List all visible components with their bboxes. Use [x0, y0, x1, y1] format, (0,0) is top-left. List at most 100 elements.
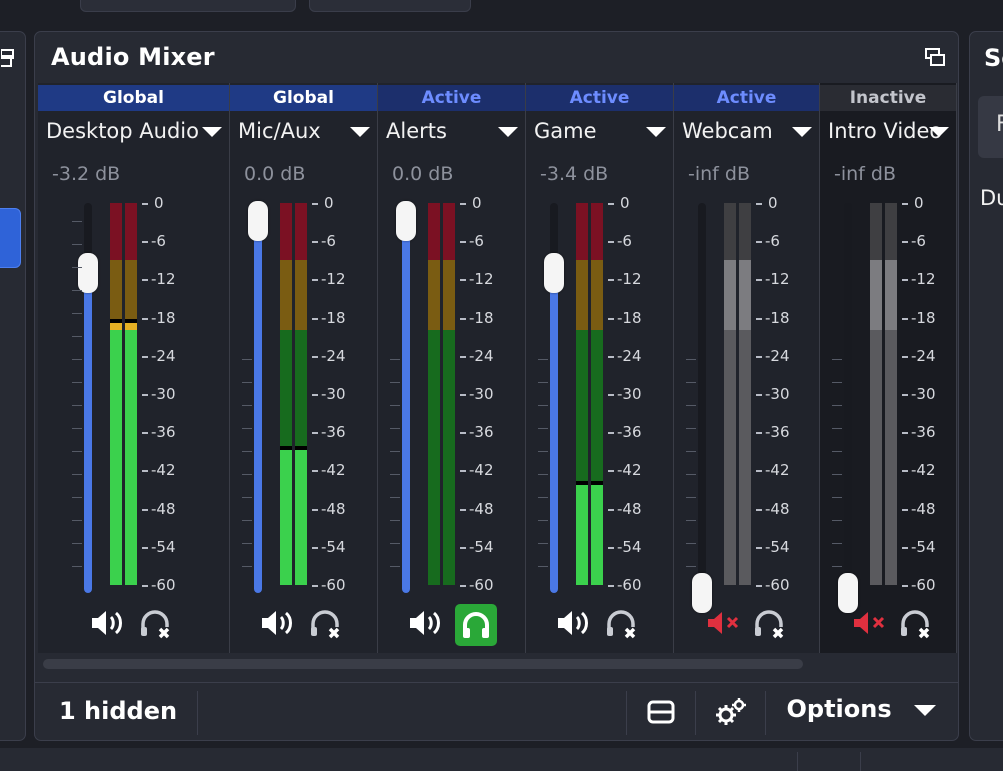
scale-tick [142, 470, 148, 473]
status-badge: Active [526, 85, 673, 111]
meter-zone [739, 203, 751, 261]
scale-tick [608, 279, 614, 282]
scale-label: -30 [617, 385, 642, 403]
side-dock-button[interactable]: F [978, 96, 1003, 158]
fader-minor-tick [538, 543, 548, 544]
audio-level-meter [443, 203, 455, 585]
options-menu-button[interactable]: Options [786, 695, 936, 723]
options-label: Options [786, 695, 892, 723]
meter-level-fill [280, 448, 292, 585]
headphones-monitor-off-icon[interactable] [896, 603, 936, 643]
headphones-monitor-on-icon[interactable] [454, 603, 497, 646]
headphones-monitor-off-icon[interactable] [750, 603, 790, 643]
chevron-down-icon[interactable] [929, 127, 949, 137]
fader-minor-tick [390, 543, 400, 544]
scale-tick [312, 585, 318, 587]
fader-minor-tick [390, 566, 400, 567]
top-button-left[interactable] [80, 0, 296, 12]
volume-fader-handle[interactable] [396, 201, 416, 241]
channel-name-button[interactable]: Webcam [682, 119, 773, 143]
scale-label: -18 [911, 308, 936, 327]
db-scale: 0 -6 -12 -18 -24 -30 -36 -42 -48 -54 -60 [608, 194, 668, 594]
meter-level-fill [295, 448, 307, 585]
mixer-strips-area: Global Desktop Audio -3.2 dB 0 -6 -12 -18 -24 -3… [38, 83, 957, 653]
meter-level-fill [125, 330, 137, 585]
speaker-icon[interactable] [88, 603, 128, 643]
channel-name-button[interactable]: Desktop Audio [46, 119, 199, 143]
speaker-icon[interactable] [258, 603, 298, 643]
volume-fader-track[interactable] [698, 203, 706, 593]
fader-minor-tick [72, 313, 82, 314]
dock-title: Audio Mixer [51, 43, 215, 71]
volume-fader-track[interactable] [844, 203, 852, 593]
scale-tick [142, 279, 148, 282]
scale-tick [608, 355, 614, 358]
scale-tick [312, 241, 318, 244]
scale-label: -18 [151, 308, 176, 327]
volume-fader-handle[interactable] [248, 201, 268, 241]
scale-tick [460, 394, 466, 396]
channel-name-button[interactable]: Mic/Aux [238, 119, 321, 143]
fader-minor-tick [686, 520, 696, 521]
chevron-down-icon[interactable] [792, 127, 812, 137]
headphones-monitor-off-icon[interactable] [306, 603, 346, 643]
undock-icon[interactable] [924, 46, 946, 68]
scale-tick [312, 279, 318, 282]
channel-name-button[interactable]: Game [534, 119, 597, 143]
undock-icon[interactable] [1, 48, 15, 70]
fader-minor-tick [242, 451, 252, 452]
chevron-down-icon[interactable] [350, 127, 370, 137]
scale-tick [142, 432, 148, 435]
status-badge: Active [674, 85, 819, 111]
fader-minor-tick [686, 497, 696, 498]
fader-minor-tick [390, 474, 400, 475]
horizontal-scrollbar[interactable] [43, 659, 803, 669]
chevron-down-icon[interactable] [202, 127, 222, 137]
fader-minor-tick [686, 359, 696, 360]
fader-minor-tick [72, 497, 82, 498]
gears-icon[interactable] [715, 697, 747, 727]
chevron-down-icon[interactable] [498, 127, 518, 137]
speaker-muted-icon[interactable] [702, 603, 742, 643]
left-dock-panel [0, 31, 26, 741]
volume-fader-handle[interactable] [78, 253, 98, 294]
scale-label: -18 [617, 308, 642, 327]
volume-fader-track[interactable] [402, 203, 410, 593]
scale-tick [312, 317, 318, 320]
scale-tick [756, 241, 762, 244]
volume-fader-handle[interactable] [544, 253, 564, 294]
channel-name-button[interactable]: Intro Video [828, 119, 942, 143]
scale-tick [460, 585, 466, 587]
scale-label: -36 [151, 423, 176, 442]
horizontal-layout-icon[interactable] [646, 697, 676, 727]
speaker-icon[interactable] [406, 603, 446, 643]
status-bar [0, 748, 1003, 771]
scale-label: -12 [617, 270, 642, 289]
scale-tick [142, 317, 148, 320]
chevron-down-icon[interactable] [646, 127, 666, 137]
left-dock-selected-item[interactable] [0, 208, 21, 268]
scale-label: -30 [321, 385, 346, 403]
hidden-sources-count[interactable]: 1 hidden [59, 697, 177, 725]
scale-tick [756, 470, 762, 473]
fader-minor-tick [390, 359, 400, 360]
speaker-icon[interactable] [554, 603, 594, 643]
scale-label: -42 [617, 461, 642, 480]
audio-level-meter [280, 203, 292, 585]
headphones-monitor-off-icon[interactable] [136, 603, 176, 643]
audio-level-meter [885, 203, 897, 585]
channel-name-button[interactable]: Alerts [386, 119, 447, 143]
headphones-monitor-off-icon[interactable] [602, 603, 642, 643]
top-button-right[interactable] [309, 0, 471, 12]
scale-label: 0 [324, 194, 334, 212]
speaker-muted-icon[interactable] [848, 603, 888, 643]
fader-minor-tick [242, 474, 252, 475]
scale-tick [902, 279, 908, 282]
scale-label: -48 [617, 499, 642, 518]
scale-label: -36 [765, 423, 790, 442]
volume-fader-track[interactable] [254, 203, 262, 593]
fader-minor-tick [686, 405, 696, 406]
meter-zone [428, 203, 440, 261]
meter-zone [295, 260, 307, 331]
audio-level-meter [125, 203, 137, 585]
